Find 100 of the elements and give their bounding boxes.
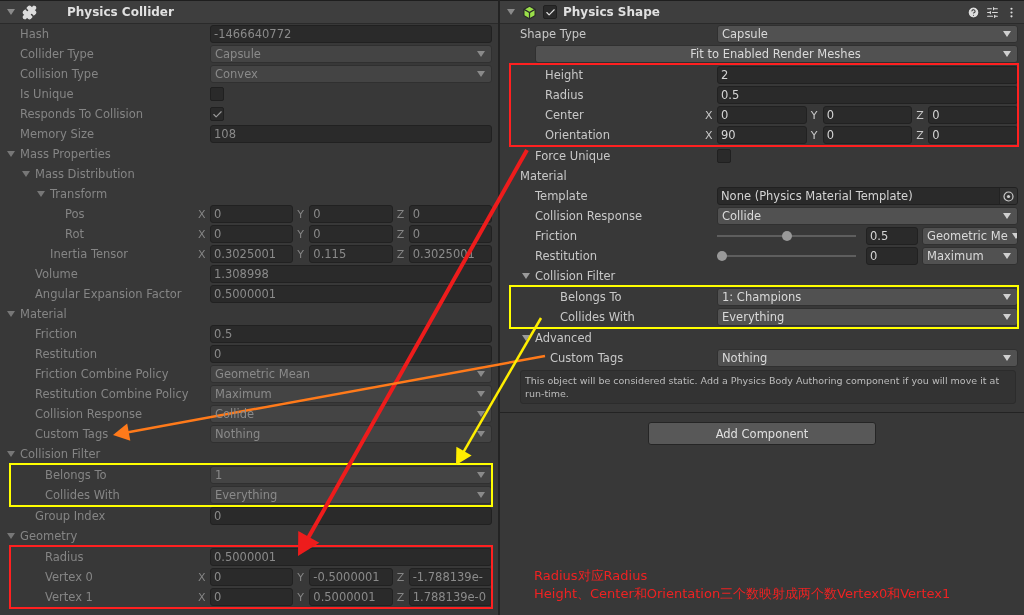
axis-label: X <box>705 108 714 122</box>
triangle-icon[interactable] <box>521 333 531 343</box>
input-field[interactable]: 0 <box>822 106 913 124</box>
puzzle-icon <box>22 4 37 20</box>
axis-label: Y <box>810 128 819 142</box>
caret-icon <box>477 492 485 498</box>
axis-label: Z <box>396 247 406 261</box>
field-label: Pos <box>65 207 85 221</box>
field-label: Is Unique <box>20 87 74 101</box>
input-field[interactable]: 90 <box>717 126 807 144</box>
axis-label: Y <box>297 247 306 261</box>
caret-icon <box>1003 51 1011 57</box>
caret-icon <box>477 371 485 377</box>
field-label: Custom Tags <box>35 427 109 441</box>
field-label: Radius <box>545 88 584 102</box>
caret-icon <box>477 391 485 397</box>
slider[interactable] <box>717 230 856 242</box>
caret-icon <box>477 431 485 437</box>
object-field[interactable]: None (Physics Material Template) <box>717 187 1018 205</box>
caret-icon <box>1003 213 1011 219</box>
dropdown[interactable]: Nothing <box>717 349 1018 367</box>
dropdown[interactable]: Maximum <box>922 247 1018 265</box>
input-field[interactable]: 0 <box>866 247 918 265</box>
field-label: Orientation <box>545 128 610 142</box>
dropdown[interactable]: Capsule <box>717 25 1018 43</box>
axis-label: X <box>198 570 207 584</box>
axis-label: X <box>198 207 207 221</box>
axis-label: Y <box>297 227 306 241</box>
field-label: Angular Expansion Factor <box>35 287 182 301</box>
axis-label: Z <box>396 590 406 604</box>
checkbox[interactable] <box>543 5 557 19</box>
field-label: Restitution <box>35 347 98 361</box>
dropdown[interactable]: Geometric Me <box>922 227 1018 245</box>
axis-label: Z <box>916 108 925 122</box>
axis-label: Y <box>297 590 306 604</box>
sliders-icon[interactable] <box>986 5 999 19</box>
field-label: Memory Size <box>20 127 95 141</box>
check-icon <box>211 108 223 120</box>
field-label: Force Unique <box>535 149 611 163</box>
annotation-text: Radius对应Radius <box>534 567 649 585</box>
caret-icon <box>477 51 485 57</box>
field-label: Restitution Combine Policy <box>35 387 189 401</box>
slider-thumb[interactable] <box>781 231 792 241</box>
checkbox[interactable] <box>717 149 731 163</box>
annotation-text: Height、Center和Orientation三个数映射成两个数Vertex0和Vertex1 <box>534 585 952 603</box>
dropdown-button[interactable]: Fit to Enabled Render Meshes <box>535 45 1018 63</box>
field-label: Shape Type <box>520 27 587 41</box>
field-label: Inertia Tensor <box>50 247 129 261</box>
target-icon <box>1003 190 1014 202</box>
caret-icon <box>477 411 485 417</box>
field-label: Collision Response <box>535 209 643 223</box>
field-label: Collision Type <box>20 67 99 81</box>
slider[interactable] <box>717 250 856 262</box>
input-field[interactable]: 0.5 <box>866 227 918 245</box>
axis-label: X <box>198 590 207 604</box>
field-label: Vertex 1 <box>45 590 93 604</box>
cube-icon <box>522 4 537 20</box>
field-label: Collider Type <box>20 47 94 61</box>
caret-icon <box>1003 253 1011 259</box>
input-field[interactable]: 0 <box>928 106 1018 124</box>
add-component-button[interactable]: Add Component <box>648 422 876 445</box>
field-label: Collides With <box>560 310 635 324</box>
caret-icon <box>1003 314 1011 320</box>
axis-label: X <box>198 247 207 261</box>
help-icon[interactable] <box>967 5 980 19</box>
caret-icon <box>1011 233 1017 239</box>
help-message: This object will be considered static. Add a Physics Body Authoring component if you will move it at run-time. <box>520 370 1016 404</box>
input-field[interactable]: 0 <box>717 106 807 124</box>
field-label: Belongs To <box>45 468 107 482</box>
field-label: Center <box>545 108 584 122</box>
axis-label: X <box>705 128 714 142</box>
dropdown[interactable]: Collide <box>717 207 1018 225</box>
dropdown[interactable]: 1: Champions <box>717 288 1018 306</box>
caret-icon <box>477 71 485 77</box>
check-icon <box>544 6 556 18</box>
input-field[interactable]: 2 <box>717 66 1018 84</box>
field-label: Volume <box>35 267 78 281</box>
axis-label: Z <box>396 227 406 241</box>
axis-label: Y <box>297 570 306 584</box>
field-label: Vertex 0 <box>45 570 93 584</box>
component-title: Physics Shape <box>563 5 660 19</box>
caret-icon <box>1003 355 1011 361</box>
axis-label: X <box>198 227 207 241</box>
input-field[interactable]: 0 <box>928 126 1018 144</box>
axis-label: Z <box>396 207 406 221</box>
input-field[interactable]: 0.5 <box>717 86 1018 104</box>
field-label: Friction <box>35 327 78 341</box>
foldout-label[interactable]: Collision Filter <box>535 269 616 283</box>
field-label: Group Index <box>35 509 106 523</box>
field-label: Height <box>545 68 583 82</box>
axis-label: Z <box>396 570 406 584</box>
input-field[interactable]: 0 <box>822 126 913 144</box>
axis-label: Z <box>916 128 925 142</box>
dropdown[interactable]: Everything <box>717 308 1018 326</box>
section-label: Material <box>520 169 567 183</box>
field-label: Template <box>535 189 588 203</box>
slider-thumb[interactable] <box>717 251 727 261</box>
foldout-label[interactable]: Advanced <box>535 331 592 345</box>
caret-icon <box>477 472 485 478</box>
triangle-icon[interactable] <box>521 271 531 281</box>
